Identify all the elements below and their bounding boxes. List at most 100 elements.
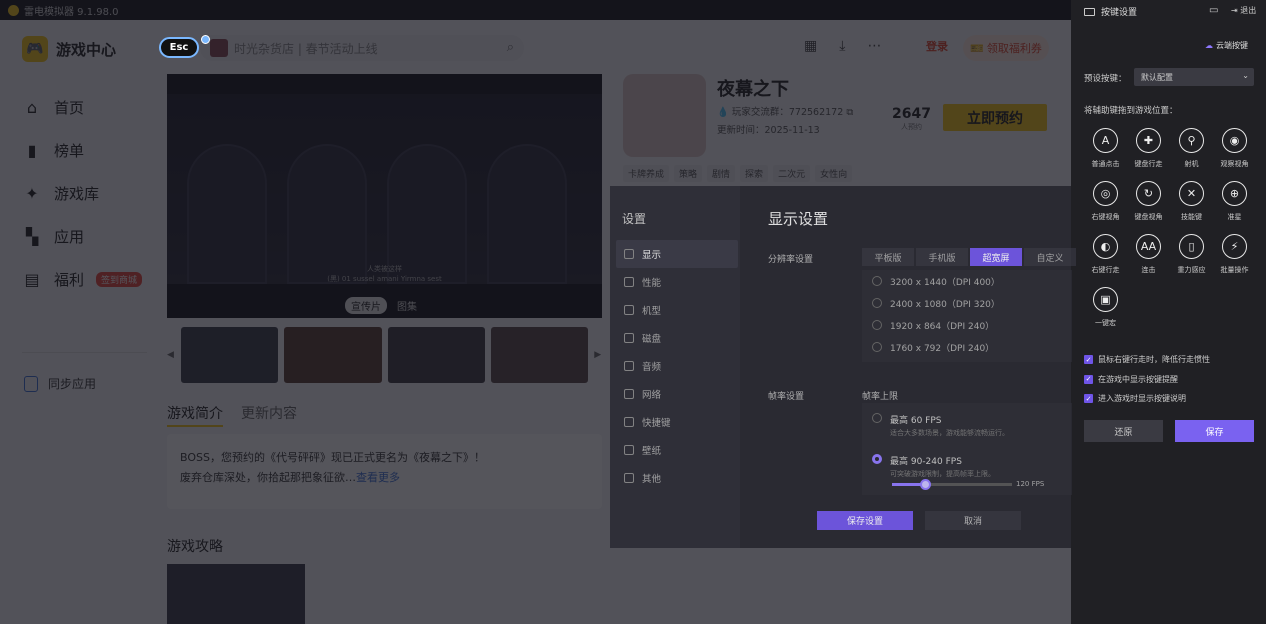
esc-button[interactable]: Esc [159, 37, 199, 58]
key-item[interactable]: ◐ 右键行走 [1084, 234, 1127, 275]
settings-menu-disk[interactable]: 磁盘 [616, 324, 738, 352]
sidebar-item-ranking[interactable]: ▮ 榜单 [22, 129, 152, 172]
guide-thumbnail[interactable] [167, 564, 305, 624]
save-button[interactable]: 保存 [1175, 420, 1254, 442]
tag[interactable]: 卡牌养成 [623, 165, 670, 182]
key-item[interactable]: ▯ 重力感应 [1170, 234, 1213, 275]
key-item[interactable]: ✚ 键盘行走 [1127, 128, 1170, 169]
mouse-walk-icon[interactable]: ◐ [1093, 234, 1118, 259]
calendar-icon[interactable]: ▦ [804, 38, 817, 54]
res-tab-ultrawide[interactable]: 超宽屏 [970, 248, 1022, 266]
checkbox-checked[interactable]: ✓ [1084, 394, 1093, 404]
tag[interactable]: 探索 [740, 165, 769, 182]
welfare-button[interactable]: 🎫 领取福利券 [963, 35, 1049, 61]
radio[interactable] [872, 413, 882, 423]
tab-video[interactable]: 宣传片 [345, 297, 387, 314]
search-icon[interactable]: ⌕ [507, 40, 514, 55]
thumbnail[interactable] [490, 327, 589, 383]
thumbnail[interactable] [180, 327, 279, 383]
key-item[interactable]: ✕ 技能键 [1170, 181, 1213, 222]
radio[interactable] [872, 276, 882, 286]
key-item[interactable]: ▣ 一键宏 [1084, 287, 1127, 328]
macro-icon[interactable]: ▣ [1093, 287, 1118, 312]
key-item[interactable]: ↻ 键盘视角 [1127, 181, 1170, 222]
settings-menu-audio[interactable]: 音频 [616, 352, 738, 380]
sync-apps[interactable]: 同步应用 [24, 375, 96, 392]
save-settings-button[interactable]: 保存设置 [817, 511, 913, 530]
thumbnail[interactable] [284, 327, 382, 383]
thumbnail[interactable] [387, 327, 485, 383]
fps-slider[interactable] [892, 479, 1012, 490]
key-item[interactable]: ◎ 右键视角 [1084, 181, 1127, 222]
chevron-right-icon[interactable]: ▶ [594, 350, 602, 360]
tag[interactable]: 二次元 [773, 165, 811, 182]
key-item[interactable]: A 普通点击 [1084, 128, 1127, 169]
radio[interactable] [872, 342, 882, 352]
settings-menu-display[interactable]: 显示 [616, 240, 738, 268]
check-option[interactable]: ✓ 进入游戏时显示按键说明 [1084, 389, 1210, 409]
dpad-icon[interactable]: ✚ [1136, 128, 1161, 153]
res-tab-custom[interactable]: 自定义 [1024, 248, 1076, 266]
key-item[interactable]: ⚡ 批量操作 [1213, 234, 1256, 275]
sidebar-item-home[interactable]: ⌂ 首页 [22, 86, 152, 129]
tab-intro[interactable]: 游戏简介 [167, 403, 223, 427]
batch-icon[interactable]: ⚡ [1222, 234, 1247, 259]
login-link[interactable]: 登录 [926, 38, 948, 54]
right-view-icon[interactable]: ◎ [1093, 181, 1118, 206]
tag[interactable]: 策略 [674, 165, 703, 182]
tag[interactable]: 剧情 [707, 165, 736, 182]
shoot-icon[interactable]: ⚲ [1179, 128, 1204, 153]
keyboard-view-icon[interactable]: ↻ [1136, 181, 1161, 206]
tag[interactable]: 女性向 [815, 165, 853, 182]
search-bar[interactable]: 时光杂货店 | 春节活动上线 ⌕ [200, 35, 524, 61]
tap-icon[interactable]: A [1093, 128, 1118, 153]
sidebar-item-apps[interactable]: ▚ 应用 [22, 215, 152, 258]
radio[interactable] [872, 320, 882, 330]
preset-select[interactable]: 默认配置 ⌄ [1134, 68, 1254, 86]
settings-menu-network[interactable]: 网络 [616, 380, 738, 408]
sidebar-item-welfare[interactable]: ▤ 福利 签到商城 [22, 258, 152, 301]
promo-video[interactable]: 人类被这样 (黑) 01 sussel amani Yirmna sest 宣传… [167, 74, 602, 318]
settings-menu-other[interactable]: 其他 [616, 464, 738, 492]
download-icon[interactable]: ⤓ [839, 38, 845, 54]
res-tab-phone[interactable]: 手机版 [916, 248, 968, 266]
key-item[interactable]: ◉ 观察视角 [1213, 128, 1256, 169]
res-option[interactable]: 3200 x 1440（DPI 400） [862, 270, 1072, 292]
res-option[interactable]: 1920 x 864（DPI 240） [862, 314, 1072, 336]
check-option[interactable]: ✓ 鼠标右键行走时，降低行走惯性 [1084, 350, 1210, 370]
gravity-icon[interactable]: ▯ [1179, 234, 1204, 259]
settings-menu-performance[interactable]: 性能 [616, 268, 738, 296]
combo-icon[interactable]: AA [1136, 234, 1161, 259]
checkbox-checked[interactable]: ✓ [1084, 374, 1093, 384]
cloud-keys-button[interactable]: ☁ 云端按键 [1205, 40, 1248, 51]
exit-button[interactable]: ⇥ 退出 [1231, 5, 1256, 16]
checkbox-checked[interactable]: ✓ [1084, 355, 1093, 365]
folder-icon[interactable]: ▭ [1209, 5, 1218, 16]
key-item[interactable]: AA 连击 [1127, 234, 1170, 275]
fps-option-60[interactable]: 最高 60 FPS 适合大多数场景，游戏能够流畅运行。 [872, 413, 1062, 438]
cancel-button[interactable]: 取消 [925, 511, 1021, 530]
check-option[interactable]: ✓ 在游戏中显示按键提醒 [1084, 370, 1210, 390]
res-option[interactable]: 2400 x 1080（DPI 320） [862, 292, 1072, 314]
chevron-left-icon[interactable]: ◀ [167, 350, 175, 360]
skill-icon[interactable]: ✕ [1179, 181, 1204, 206]
copy-icon[interactable]: ⧉ [846, 107, 853, 118]
radio-selected[interactable] [872, 454, 882, 464]
radio[interactable] [872, 298, 882, 308]
crosshair-icon[interactable]: ⊕ [1222, 181, 1247, 206]
key-item[interactable]: ⚲ 射机 [1170, 128, 1213, 169]
res-tab-tablet[interactable]: 平板版 [862, 248, 914, 266]
key-item[interactable]: ⊕ 准星 [1213, 181, 1256, 222]
slider-knob[interactable] [920, 479, 931, 490]
tab-gallery[interactable]: 图集 [395, 297, 419, 314]
res-option[interactable]: 1760 x 792（DPI 240） [862, 336, 1072, 358]
tab-updates[interactable]: 更新内容 [241, 403, 297, 427]
more-icon[interactable]: ⋯ [867, 38, 881, 54]
fps-option-high[interactable]: 最高 90-240 FPS 可突破游戏限制，提高帧率上限。 [872, 454, 1062, 479]
reserve-button[interactable]: 立即预约 [943, 104, 1047, 131]
see-more-link[interactable]: 查看更多 [356, 471, 400, 484]
eye-icon[interactable]: ◉ [1222, 128, 1247, 153]
reset-button[interactable]: 还原 [1084, 420, 1163, 442]
settings-menu-shortcuts[interactable]: 快捷键 [616, 408, 738, 436]
settings-menu-wallpaper[interactable]: 壁纸 [616, 436, 738, 464]
